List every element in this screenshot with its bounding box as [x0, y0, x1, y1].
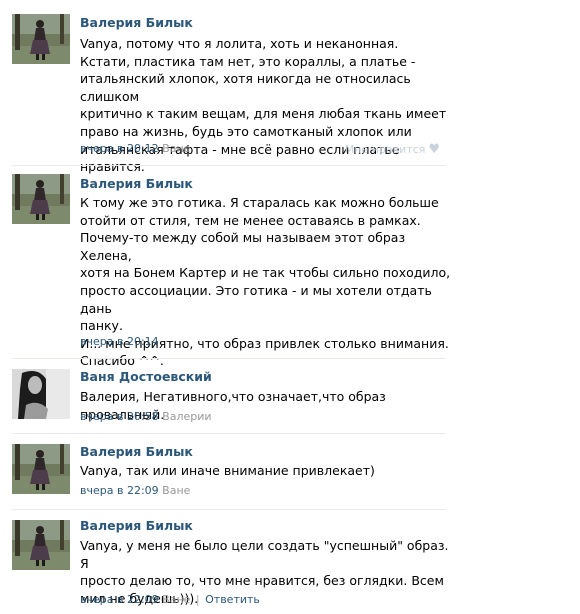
comment-item: Ваня Достоевский Валерия, Негативного,чт…	[0, 359, 452, 433]
comment-author-link[interactable]: Валерия Билык	[80, 176, 193, 191]
comment-date-link[interactable]: вчера в 22:09	[80, 593, 159, 606]
separator: |	[195, 593, 200, 606]
reply-to-label: Ване	[162, 484, 191, 497]
comment-meta: вчера в 20:12 Ване	[80, 142, 190, 155]
comment-author-link[interactable]: Ваня Достоевский	[80, 369, 212, 384]
comment-meta: вчера в 20:58 Валерии	[80, 410, 212, 423]
comment-meta: вчера в 22:09 Ване	[80, 484, 190, 497]
comment-item: Валерия Билык Vanya, у меня не было цели…	[0, 510, 452, 614]
comment-date-link[interactable]: вчера в 20:58	[80, 410, 159, 423]
comment-item: Валерия Билык Vanya, так или иначе внима…	[0, 434, 452, 509]
reply-to-label: Ване	[162, 593, 191, 606]
like-button[interactable]: Мне нравится ♥	[345, 142, 440, 157]
avatar[interactable]	[12, 369, 70, 419]
reply-to-label: Ване	[162, 142, 191, 155]
comment-meta: вчера в 22:09 Ване | Ответить	[80, 593, 260, 606]
heart-icon: ♥	[428, 142, 440, 157]
comment-item: Валерия Билык Vanya, потому что я лолита…	[0, 0, 452, 174]
reply-to-label: Валерии	[162, 410, 212, 423]
comment-item: Валерия Билык К тому же это готика. Я ст…	[0, 166, 452, 368]
comment-meta: вчера в 20:14	[80, 335, 159, 348]
reply-button[interactable]: Ответить	[205, 593, 260, 606]
avatar[interactable]	[12, 14, 70, 64]
avatar[interactable]	[12, 520, 70, 570]
comment-author-link[interactable]: Валерия Билык	[80, 15, 193, 30]
like-label: Мне нравится	[344, 143, 426, 156]
avatar[interactable]	[12, 174, 70, 224]
avatar[interactable]	[12, 444, 70, 494]
comment-date-link[interactable]: вчера в 22:09	[80, 484, 159, 497]
comment-date-link[interactable]: вчера в 20:14	[80, 335, 159, 348]
comment-author-link[interactable]: Валерия Билык	[80, 444, 193, 459]
comment-text: Vanya, так или иначе внимание привлекает…	[80, 463, 375, 478]
comment-date-link[interactable]: вчера в 20:12	[80, 142, 159, 155]
comment-author-link[interactable]: Валерия Билык	[80, 518, 193, 533]
